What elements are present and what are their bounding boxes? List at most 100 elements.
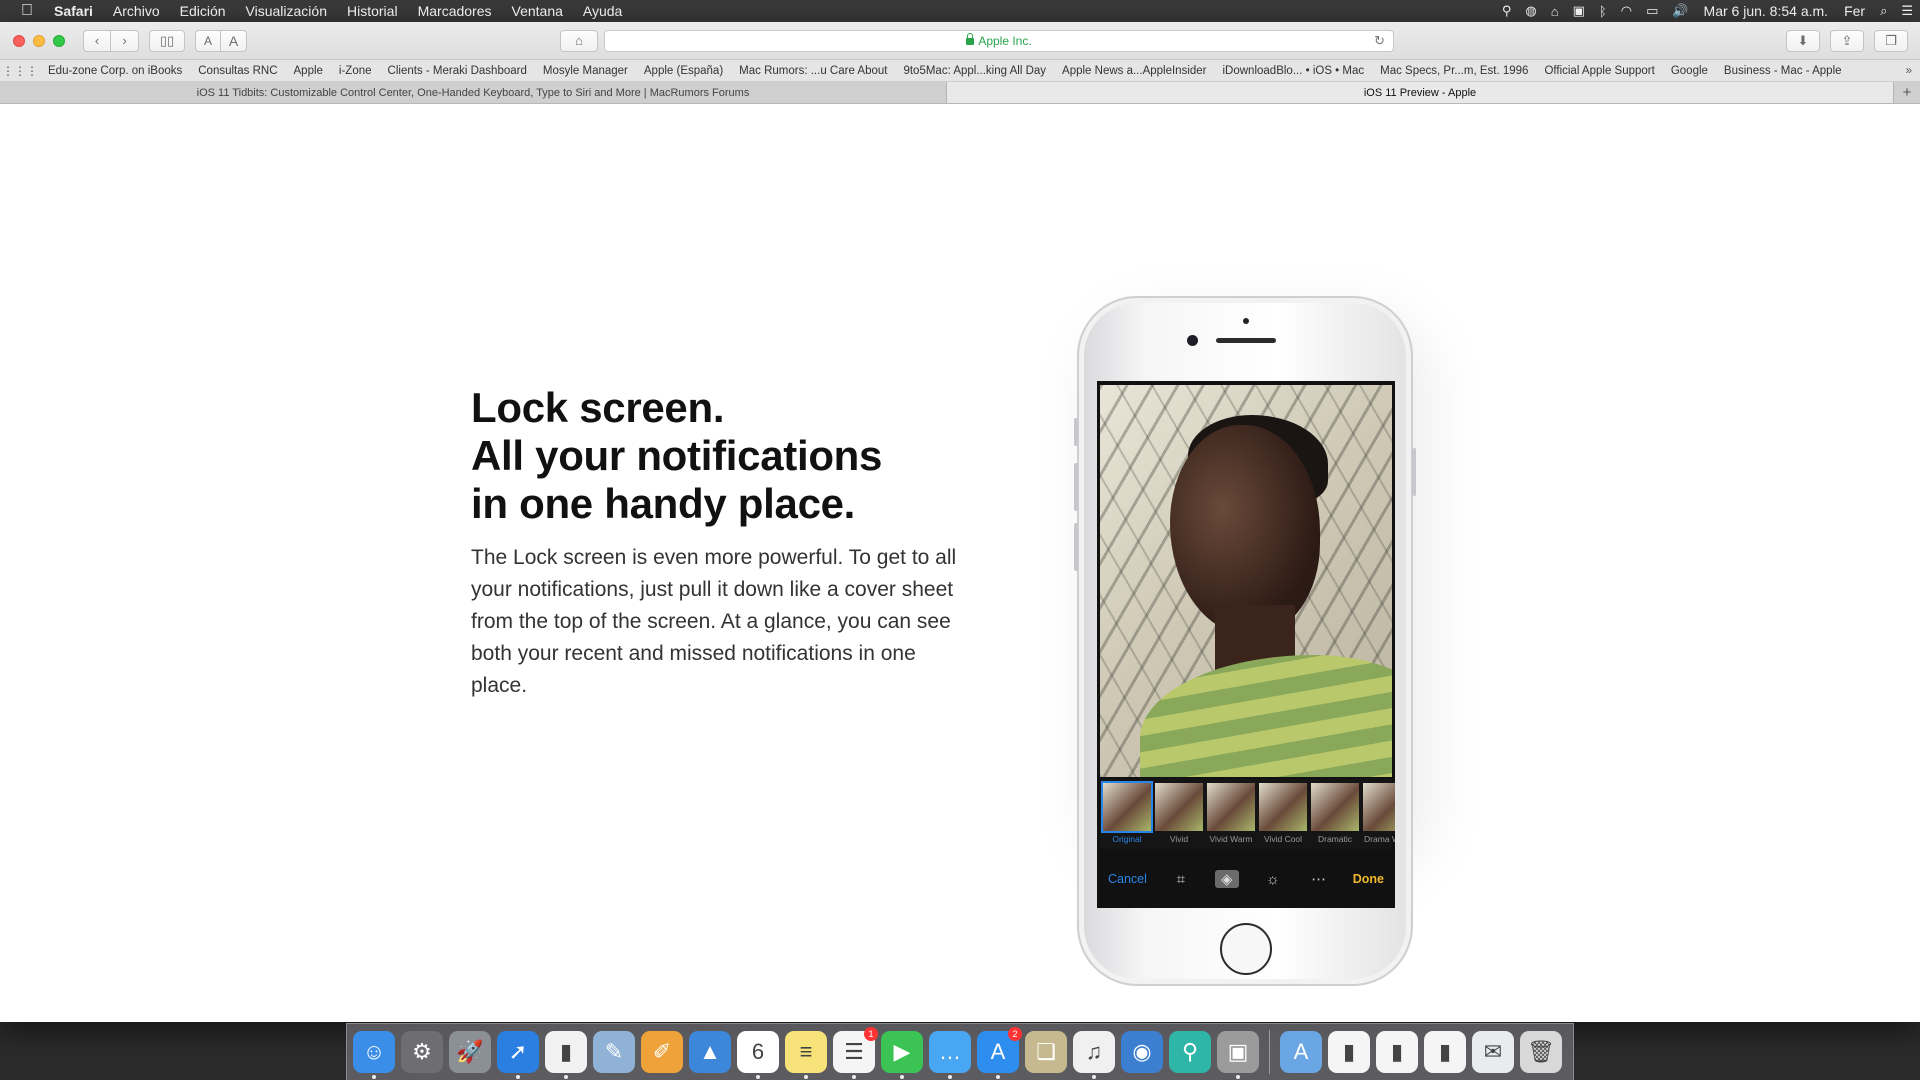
menu-archivo[interactable]: Archivo <box>103 0 170 22</box>
show-tabs-button[interactable]: ❐ <box>1874 29 1908 52</box>
bookmark-item[interactable]: Edu-zone Corp. on iBooks <box>40 65 190 77</box>
photos-preview-icon[interactable]: ❏ <box>1025 1031 1067 1073</box>
reminders-icon[interactable]: ☰ 1 <box>833 1027 878 1079</box>
bookmark-item[interactable]: Mac Rumors: ...u Care About <box>731 65 895 77</box>
bookmark-item[interactable]: Google <box>1663 65 1716 77</box>
bookmark-item[interactable]: Official Apple Support <box>1536 65 1662 77</box>
downloads-button[interactable]: ⬇ <box>1786 29 1820 52</box>
bookmark-item[interactable]: i-Zone <box>331 65 380 77</box>
increase-font-button[interactable]: A <box>221 29 247 52</box>
menubar-user[interactable]: Fer <box>1836 3 1873 19</box>
filter-thumbnail <box>1155 783 1203 831</box>
bookmark-item[interactable]: Mac Specs, Pr...m, Est. 1996 <box>1372 65 1536 77</box>
applications-folder-icon[interactable]: A <box>1280 1031 1322 1073</box>
app-store-icon[interactable]: A2 <box>977 1027 1022 1079</box>
bookmark-item[interactable]: Apple (España) <box>636 65 731 77</box>
bookmark-item[interactable]: Mosyle Manager <box>535 65 636 77</box>
image-capture-icon[interactable]: ▣ <box>1217 1031 1259 1079</box>
filter-thumbnail <box>1363 783 1395 831</box>
notes-icon[interactable]: ≡ <box>785 1031 827 1079</box>
home-button[interactable]: ⌂ <box>560 29 598 52</box>
bookmark-item[interactable]: Apple <box>286 65 331 77</box>
menu-app-safari[interactable]: Safari <box>54 0 103 22</box>
sidebar-toggle-button[interactable]: ▯▯ <box>149 29 185 52</box>
numbers-document-2-icon[interactable]: ▮ <box>1376 1031 1418 1073</box>
minimize-window-button[interactable] <box>33 34 45 47</box>
filter-label: Dramatic <box>1317 834 1352 844</box>
menu-edicion[interactable]: Edición <box>170 0 236 22</box>
filters-icon: ◈ <box>1214 870 1239 888</box>
menu-visualizacion[interactable]: Visualización <box>236 0 337 22</box>
preview-icon[interactable]: ✎ <box>593 1031 635 1073</box>
wifi-icon[interactable]: ◠ <box>1614 3 1639 19</box>
pages-icon[interactable]: ✐ <box>641 1031 683 1073</box>
url-text: Apple Inc. <box>978 33 1032 48</box>
bookmark-item[interactable]: iDownloadBlo... • iOS • Mac <box>1215 65 1373 77</box>
headline-line: in one handy place. <box>471 480 856 527</box>
running-indicator <box>996 1075 1000 1079</box>
reload-icon[interactable]: ↻ <box>1374 33 1385 49</box>
menu-marcadores[interactable]: Marcadores <box>408 0 502 22</box>
bookmark-item[interactable]: 9to5Mac: Appl...king All Day <box>895 65 1054 77</box>
menu-ventana[interactable]: Ventana <box>502 0 573 22</box>
filter-thumbnail <box>1101 781 1153 833</box>
finder-icon[interactable]: ☺ <box>353 1031 395 1079</box>
maps-pin-icon[interactable]: ⚲ <box>1169 1031 1211 1073</box>
forward-button[interactable]: › <box>111 29 139 52</box>
numbers-document-3-icon[interactable]: ▮ <box>1424 1031 1466 1073</box>
bookmark-item[interactable]: Business - Mac - Apple <box>1716 65 1850 77</box>
more-icon: ⋯ <box>1311 871 1327 888</box>
maximize-window-button[interactable] <box>53 34 65 47</box>
location-icon[interactable]: ⚲ <box>1495 3 1519 19</box>
bluetooth-icon[interactable]: ᛒ <box>1592 4 1614 19</box>
phone-home-button <box>1220 923 1272 975</box>
spotlight-search-icon[interactable]: ⌕ <box>1873 3 1894 19</box>
safari-icon[interactable]: ➚ <box>497 1031 539 1079</box>
system-preferences-icon[interactable]: ⚙ <box>401 1031 443 1073</box>
facetime-icon[interactable]: ▶ <box>881 1031 923 1079</box>
menu-historial[interactable]: Historial <box>337 0 408 22</box>
running-indicator <box>372 1075 376 1079</box>
sidebar-icon: ▯▯ <box>159 32 175 48</box>
home-sharing-icon[interactable]: ⌂ <box>1544 4 1566 19</box>
phone-cancel-label: Cancel <box>1108 872 1147 886</box>
tweetbot-icon[interactable]: ◉ <box>1121 1031 1163 1073</box>
share-button[interactable]: ⇪ <box>1830 29 1864 52</box>
volume-icon[interactable]: 🔊 <box>1665 3 1695 19</box>
menu-ayuda[interactable]: Ayuda <box>573 0 632 22</box>
keynote-icon[interactable]: ▲ <box>689 1031 731 1073</box>
adjust-icon: ☼ <box>1265 870 1280 888</box>
numbers-document-icon[interactable]: ▮ <box>1328 1031 1370 1073</box>
headline-line: Lock screen. <box>471 384 725 431</box>
crop-icon: ⌗ <box>1176 870 1186 888</box>
bookmark-item[interactable]: Clients - Meraki Dashboard <box>380 65 535 77</box>
bookmark-item[interactable]: Apple News a...AppleInsider <box>1054 65 1214 77</box>
back-button[interactable]: ‹ <box>83 29 111 52</box>
notification-center-icon[interactable]: ☰ <box>1894 3 1920 19</box>
bookmarks-overflow-icon[interactable]: » <box>1906 65 1920 77</box>
new-tab-button[interactable]: + <box>1894 82 1920 103</box>
page-body-text: The Lock screen is even more powerful. T… <box>471 546 957 697</box>
launchpad-icon[interactable]: 🚀 <box>449 1031 491 1073</box>
messages-icon[interactable]: … <box>929 1031 971 1079</box>
trash-icon[interactable]: 🗑 <box>1520 1031 1562 1073</box>
bookmark-item[interactable]: Consultas RNC <box>190 65 285 77</box>
tab-macrumors[interactable]: iOS 11 Tidbits: Customizable Control Cen… <box>0 82 947 103</box>
page-headline: Lock screen. All your notifications in o… <box>471 384 882 528</box>
airplay-icon[interactable]: ▭ <box>1639 3 1665 19</box>
menubar-clock[interactable]: Mar 6 jun. 8:54 a.m. <box>1696 3 1837 19</box>
numbers-icon[interactable]: ▮ <box>545 1031 587 1079</box>
address-bar[interactable]: Apple Inc. ↻ <box>604 29 1394 52</box>
top-sites-grid-icon[interactable]: ⋮⋮⋮ <box>0 64 40 78</box>
globe-icon[interactable]: ◍ <box>1518 3 1543 19</box>
mail-document-icon[interactable]: ✉ <box>1472 1031 1514 1073</box>
helper-icon[interactable]: ▣ <box>1566 3 1592 19</box>
tab-ios11-preview[interactable]: iOS 11 Preview - Apple <box>947 82 1894 103</box>
itunes-icon[interactable]: ♫ <box>1073 1031 1115 1079</box>
calendar-icon[interactable]: 6 <box>737 1031 779 1079</box>
filter-label: Original <box>1112 834 1142 844</box>
decrease-font-button[interactable]: A <box>195 29 221 52</box>
apple-menu-icon[interactable]:  <box>0 2 54 20</box>
bookmarks-bar: ⋮⋮⋮ Edu-zone Corp. on iBooks Consultas R… <box>0 60 1920 82</box>
close-window-button[interactable] <box>13 34 25 47</box>
